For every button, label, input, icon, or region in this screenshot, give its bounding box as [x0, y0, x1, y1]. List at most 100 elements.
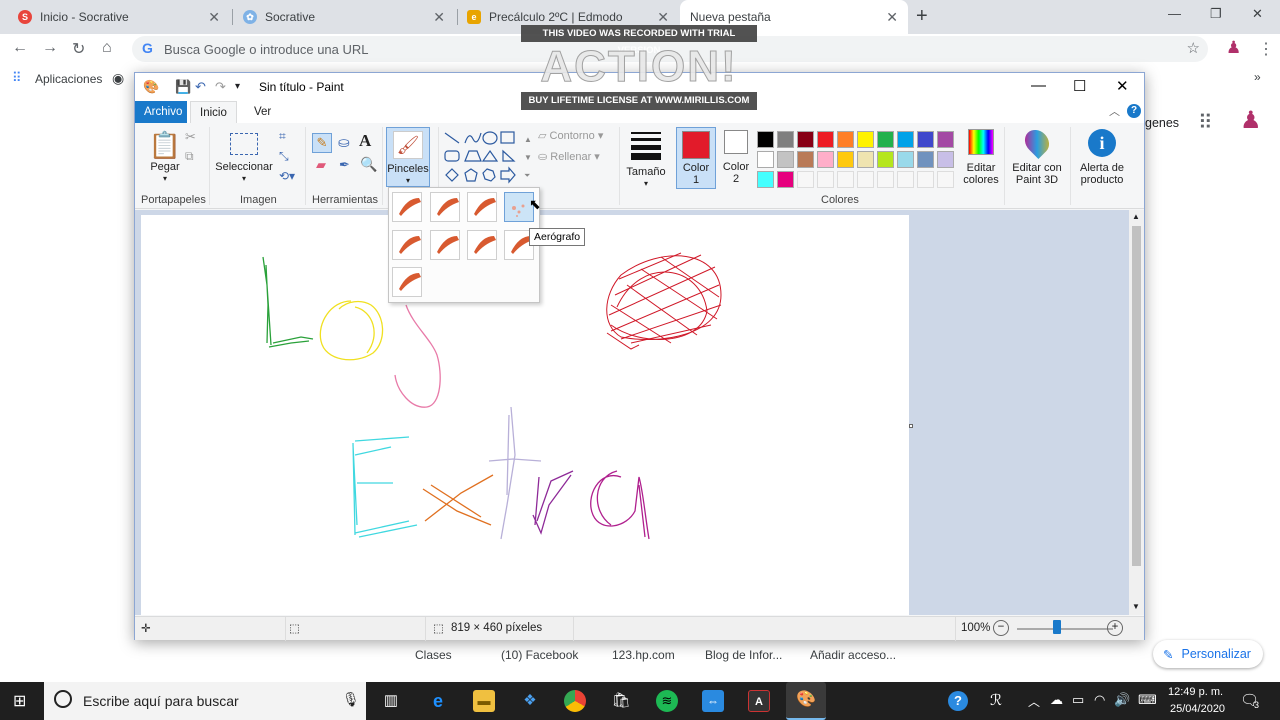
minimize-icon[interactable]: —: [1031, 77, 1046, 94]
color1-button[interactable]: Color 1: [676, 127, 716, 189]
clock-date[interactable]: 25/04/2020: [1170, 703, 1225, 715]
menu-icon[interactable]: ⋮: [1258, 39, 1274, 59]
pencil-tool-icon[interactable]: ✎: [312, 133, 332, 153]
dropbox-icon[interactable]: ❖: [519, 690, 541, 712]
palette-swatch[interactable]: [937, 131, 954, 148]
taskbar-search-box[interactable]: Escribe aquí para buscar 🎙: [44, 682, 366, 720]
edit-colors-button[interactable]: Editar colores: [961, 129, 1001, 186]
close-icon[interactable]: ✕: [657, 9, 669, 26]
palette-swatch[interactable]: [877, 131, 894, 148]
palette-swatch[interactable]: [917, 151, 934, 168]
zoom-slider-thumb[interactable]: [1053, 620, 1061, 634]
forward-icon[interactable]: →: [42, 39, 58, 57]
crayon-brush[interactable]: [430, 230, 460, 260]
customize-qa-icon[interactable]: ▾: [235, 81, 240, 92]
close-icon[interactable]: ✕: [1116, 77, 1129, 95]
globe-icon[interactable]: ◉: [112, 70, 124, 87]
palette-swatch[interactable]: [817, 171, 834, 188]
palette-swatch[interactable]: [757, 171, 774, 188]
vertical-scrollbar[interactable]: ▲ ▼: [1129, 210, 1144, 615]
spotify-icon[interactable]: ≋: [656, 690, 678, 712]
zoom-out-icon[interactable]: −: [993, 620, 1009, 636]
restore-icon[interactable]: ❐: [1210, 6, 1222, 22]
close-icon[interactable]: ✕: [433, 9, 445, 26]
palette-swatch[interactable]: [837, 131, 854, 148]
task-view-icon[interactable]: ▥: [380, 690, 402, 712]
oil-brush[interactable]: [392, 230, 422, 260]
personalize-button[interactable]: ✎ Personalizar: [1153, 640, 1263, 668]
help-tray-icon[interactable]: ?: [948, 691, 968, 711]
back-icon[interactable]: ←: [12, 39, 28, 57]
palette-swatch[interactable]: [837, 151, 854, 168]
palette-swatch[interactable]: [797, 171, 814, 188]
palette-swatch[interactable]: [817, 131, 834, 148]
more-bookmarks-icon[interactable]: »: [1254, 70, 1261, 84]
volume-icon[interactable]: 🔊: [1114, 692, 1130, 708]
paint-app-icon[interactable]: 🎨: [143, 79, 159, 95]
palette-swatch[interactable]: [877, 151, 894, 168]
palette-swatch[interactable]: [757, 131, 774, 148]
palette-swatch[interactable]: [857, 131, 874, 148]
wifi-icon[interactable]: ◠: [1094, 692, 1105, 708]
windows-start-icon[interactable]: ⊞: [13, 691, 26, 711]
product-alert-button[interactable]: i Alerta de producto: [1074, 129, 1130, 186]
palette-swatch[interactable]: [897, 151, 914, 168]
shortcut-add[interactable]: Añadir acceso...: [810, 648, 896, 662]
scroll-down-icon[interactable]: ▼: [1132, 602, 1140, 611]
outline-button[interactable]: ▱ Contorno ▾: [538, 129, 603, 142]
scroll-up-icon[interactable]: ▲: [1132, 212, 1140, 221]
magnifier-icon[interactable]: 🔍: [360, 156, 377, 173]
watercolor-brush[interactable]: [392, 267, 422, 297]
palette-swatch[interactable]: [897, 171, 914, 188]
new-tab-button[interactable]: +: [916, 5, 928, 28]
minimize-icon[interactable]: —: [1168, 6, 1181, 21]
palette-swatch[interactable]: [917, 171, 934, 188]
tab-inicio[interactable]: Inicio: [190, 101, 237, 123]
home-icon[interactable]: ⌂: [102, 39, 112, 57]
people-icon[interactable]: ℛ: [990, 691, 1002, 709]
undo-icon[interactable]: ↶: [195, 79, 206, 95]
tab-inicio-socrative[interactable]: S Inicio - Socrative ✕: [8, 0, 230, 34]
account-avatar[interactable]: ♟: [1240, 106, 1262, 135]
scroll-up-icon[interactable]: ▲: [524, 135, 532, 144]
action-recorder-icon[interactable]: A: [748, 690, 770, 712]
palette-swatch[interactable]: [897, 131, 914, 148]
redo-icon[interactable]: ↷: [215, 79, 226, 95]
marker-brush[interactable]: [467, 230, 497, 260]
resize-handle[interactable]: [909, 424, 913, 428]
scroll-down-icon[interactable]: ▼: [524, 153, 532, 162]
brush-option[interactable]: [392, 192, 422, 222]
palette-swatch[interactable]: [877, 171, 894, 188]
expand-icon[interactable]: ⏷: [524, 171, 530, 181]
images-link-fragment[interactable]: genes: [1145, 116, 1179, 130]
cloud-icon[interactable]: ☁: [1050, 692, 1063, 708]
apps-launcher-icon[interactable]: ⠿: [1198, 110, 1213, 135]
edit-paint3d-button[interactable]: Editar con Paint 3D: [1008, 125, 1066, 186]
clock-time[interactable]: 12:49 p. m.: [1168, 686, 1223, 698]
rotate-icon[interactable]: ⟲▾: [279, 169, 295, 183]
palette-swatch[interactable]: [837, 171, 854, 188]
tab-ver[interactable]: Ver: [245, 101, 280, 123]
zoom-in-icon[interactable]: +: [1107, 620, 1123, 636]
cut-icon[interactable]: ✂: [185, 129, 196, 145]
palette-swatch[interactable]: [937, 171, 954, 188]
shortcut-blog[interactable]: Blog de Infor...: [705, 648, 782, 662]
keyboard-icon[interactable]: ⌨: [1138, 692, 1157, 708]
maximize-icon[interactable]: ☐: [1073, 77, 1086, 95]
text-tool-icon[interactable]: A: [359, 131, 371, 151]
apps-link[interactable]: Aplicaciones: [35, 72, 102, 86]
reload-icon[interactable]: ↻: [72, 39, 85, 59]
palette-swatch[interactable]: [917, 131, 934, 148]
palette-swatch[interactable]: [817, 151, 834, 168]
palette-swatch[interactable]: [757, 151, 774, 168]
eraser-tool-icon[interactable]: ▰: [316, 157, 326, 173]
palette-swatch[interactable]: [857, 151, 874, 168]
profile-avatar[interactable]: ♟: [1226, 38, 1241, 58]
bookmark-star-icon[interactable]: ☆: [1187, 39, 1200, 57]
size-button[interactable]: Tamaño ▾: [623, 129, 669, 190]
chrome-icon[interactable]: [564, 690, 586, 712]
calligraphy-brush-2[interactable]: [467, 192, 497, 222]
palette-swatch[interactable]: [797, 131, 814, 148]
close-window-icon[interactable]: ✕: [1252, 6, 1263, 22]
crop-icon[interactable]: ⌗: [279, 129, 286, 144]
